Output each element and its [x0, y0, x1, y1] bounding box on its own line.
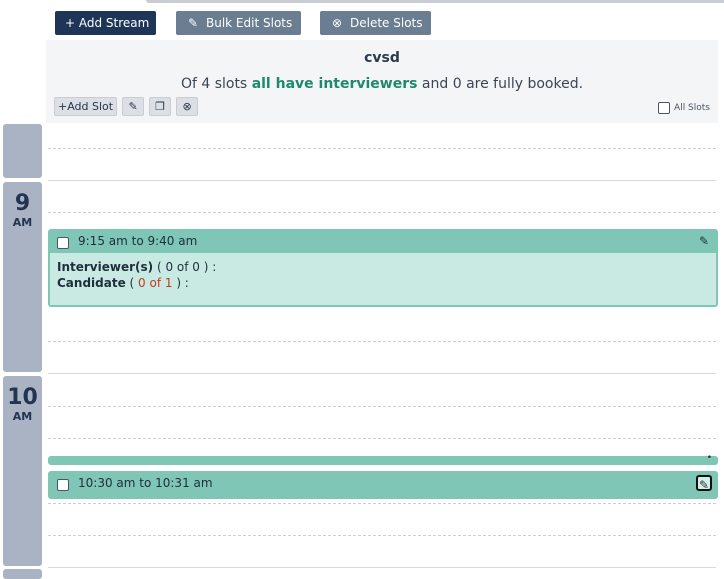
- edit-icon: ✎: [187, 16, 199, 30]
- candidate-count: 0 of 1: [138, 276, 173, 290]
- hour-block-9: 9 AM: [3, 182, 42, 372]
- slot-card[interactable]: 10:30 am to 10:31 am ✎: [48, 471, 718, 499]
- slot-checkbox[interactable]: [57, 237, 69, 249]
- all-slots-toggle[interactable]: All Slots: [658, 102, 710, 114]
- copy-icon: ❐: [155, 100, 166, 113]
- slot-time: 9:15 am to 9:40 am: [78, 234, 198, 248]
- grid-line: [48, 503, 716, 504]
- hours-column: 9 AM 10 AM: [0, 40, 46, 579]
- interviewers-label: Interviewer(s): [57, 260, 154, 274]
- stream-name: cvsd: [364, 50, 400, 66]
- copy-stream-button[interactable]: ❐: [149, 97, 172, 116]
- slot-details: Interviewer(s) ( 0 of 0 ) : Candidate ( …: [50, 253, 716, 305]
- close-circle-icon: ⊗: [182, 100, 192, 113]
- delete-slots-button[interactable]: ⊗ Delete Slots: [320, 11, 431, 35]
- candidate-paren-open: (: [125, 276, 139, 290]
- candidate-label: Candidate: [57, 276, 126, 290]
- grid-line: [48, 567, 716, 568]
- interviewers-row: Interviewer(s) ( 0 of 0 ) :: [57, 259, 716, 275]
- close-circle-icon: ⊗: [331, 16, 343, 30]
- hour-block-8: [3, 124, 42, 178]
- candidate-paren-close: ) :: [172, 276, 189, 290]
- grid-line: [48, 373, 716, 374]
- summary-prefix: Of 4 slots: [180, 76, 252, 92]
- candidate-row: Candidate ( 0 of 1 ) :: [57, 275, 716, 291]
- delete-slots-label: Delete Slots: [350, 16, 423, 30]
- edit-icon: ✎: [128, 100, 138, 113]
- more-icon: •: [706, 453, 712, 463]
- hour-ampm: AM: [12, 216, 33, 229]
- grid-line: [48, 535, 716, 536]
- toolbar: + Add Stream ✎ Bulk Edit Slots ⊗ Delete Sl…: [0, 0, 724, 40]
- grid-line: [48, 212, 716, 213]
- slot-card[interactable]: 9:15 am to 9:40 am ✎ Interviewer(s) ( 0 …: [48, 229, 718, 307]
- slot-tools: +Add Slot ✎ ❐ ⊗: [54, 97, 199, 117]
- hour-block-10: 10 AM: [3, 376, 42, 566]
- bulk-edit-label: Bulk Edit Slots: [206, 16, 293, 30]
- grid-line: [48, 148, 716, 149]
- slot-checkbox[interactable]: [57, 479, 69, 491]
- edit-slot-icon[interactable]: ✎: [696, 475, 712, 492]
- calendar-grid: [46, 123, 718, 572]
- hour-number: 10: [7, 385, 38, 410]
- hour-number: 9: [14, 191, 31, 216]
- bulk-edit-slots-button[interactable]: ✎ Bulk Edit Slots: [176, 11, 301, 35]
- grid-line: [48, 406, 716, 407]
- grid-line: [48, 341, 716, 342]
- all-slots-label: All Slots: [674, 103, 710, 113]
- hour-block-11: [3, 569, 42, 579]
- interviewers-count: ( 0 of 0 ) :: [153, 260, 217, 274]
- grid-line: [48, 180, 716, 181]
- summary-highlight: all have interviewers: [251, 76, 418, 92]
- add-stream-button[interactable]: + Add Stream: [55, 11, 156, 35]
- add-slot-button[interactable]: +Add Slot: [54, 97, 118, 116]
- slot-card-collapsed[interactable]: •: [48, 453, 718, 465]
- hour-ampm: AM: [12, 410, 33, 423]
- edit-stream-button[interactable]: ✎: [122, 97, 145, 116]
- all-slots-checkbox[interactable]: [658, 102, 671, 114]
- slot-time: 10:30 am to 10:31 am: [78, 476, 213, 490]
- grid-line: [48, 438, 716, 439]
- stream-header: cvsd Of 4 slots all have interviewers an…: [46, 40, 718, 123]
- edit-slot-icon[interactable]: ✎: [696, 233, 712, 249]
- add-stream-label: + Add Stream: [65, 16, 150, 30]
- summary-suffix: and 0 are fully booked.: [417, 76, 584, 92]
- delete-stream-button[interactable]: ⊗: [176, 97, 199, 116]
- stream-summary: Of 4 slots all have interviewers and 0 a…: [46, 76, 718, 92]
